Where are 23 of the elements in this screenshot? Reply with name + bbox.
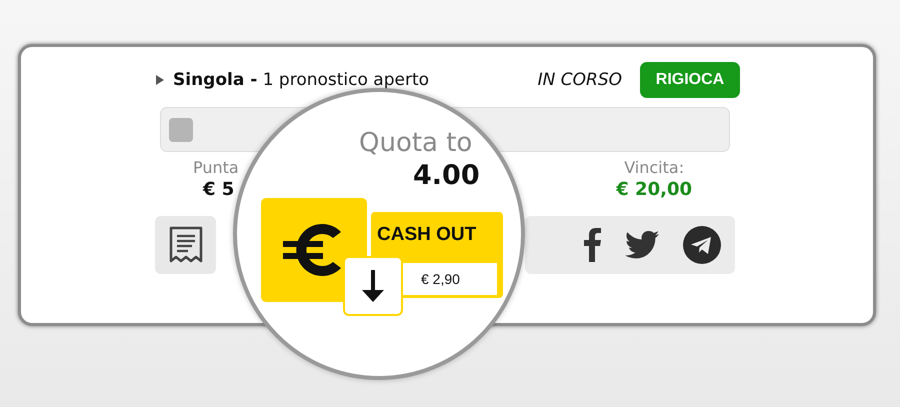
stake-label: Punta bbox=[193, 158, 239, 177]
expand-arrow-icon[interactable] bbox=[156, 75, 164, 85]
arrow-down-icon bbox=[360, 270, 386, 302]
square-icon bbox=[169, 118, 193, 142]
odds-value: 4.00 bbox=[413, 160, 480, 191]
win-label: Vincita: bbox=[624, 158, 684, 177]
bet-status: IN CORSO bbox=[538, 70, 622, 90]
win-value: € 20,00 bbox=[616, 179, 692, 200]
bet-title: Singola - 1 pronostico aperto bbox=[173, 70, 430, 90]
receipt-button[interactable] bbox=[155, 216, 216, 274]
replay-button[interactable]: RIGIOCA bbox=[640, 62, 740, 98]
arrow-down-button[interactable] bbox=[343, 256, 403, 316]
twitter-icon bbox=[625, 231, 659, 259]
facebook-button[interactable] bbox=[583, 228, 601, 262]
odds-label: Quota to bbox=[359, 128, 472, 158]
telegram-button[interactable] bbox=[683, 226, 721, 264]
stake-value: € 5 bbox=[203, 179, 234, 200]
cash-out-tile[interactable] bbox=[261, 198, 367, 302]
facebook-icon bbox=[583, 228, 601, 262]
telegram-icon bbox=[683, 226, 721, 264]
cash-out-label: CASH OUT bbox=[377, 224, 476, 246]
twitter-button[interactable] bbox=[625, 231, 659, 259]
receipt-icon bbox=[168, 226, 204, 264]
